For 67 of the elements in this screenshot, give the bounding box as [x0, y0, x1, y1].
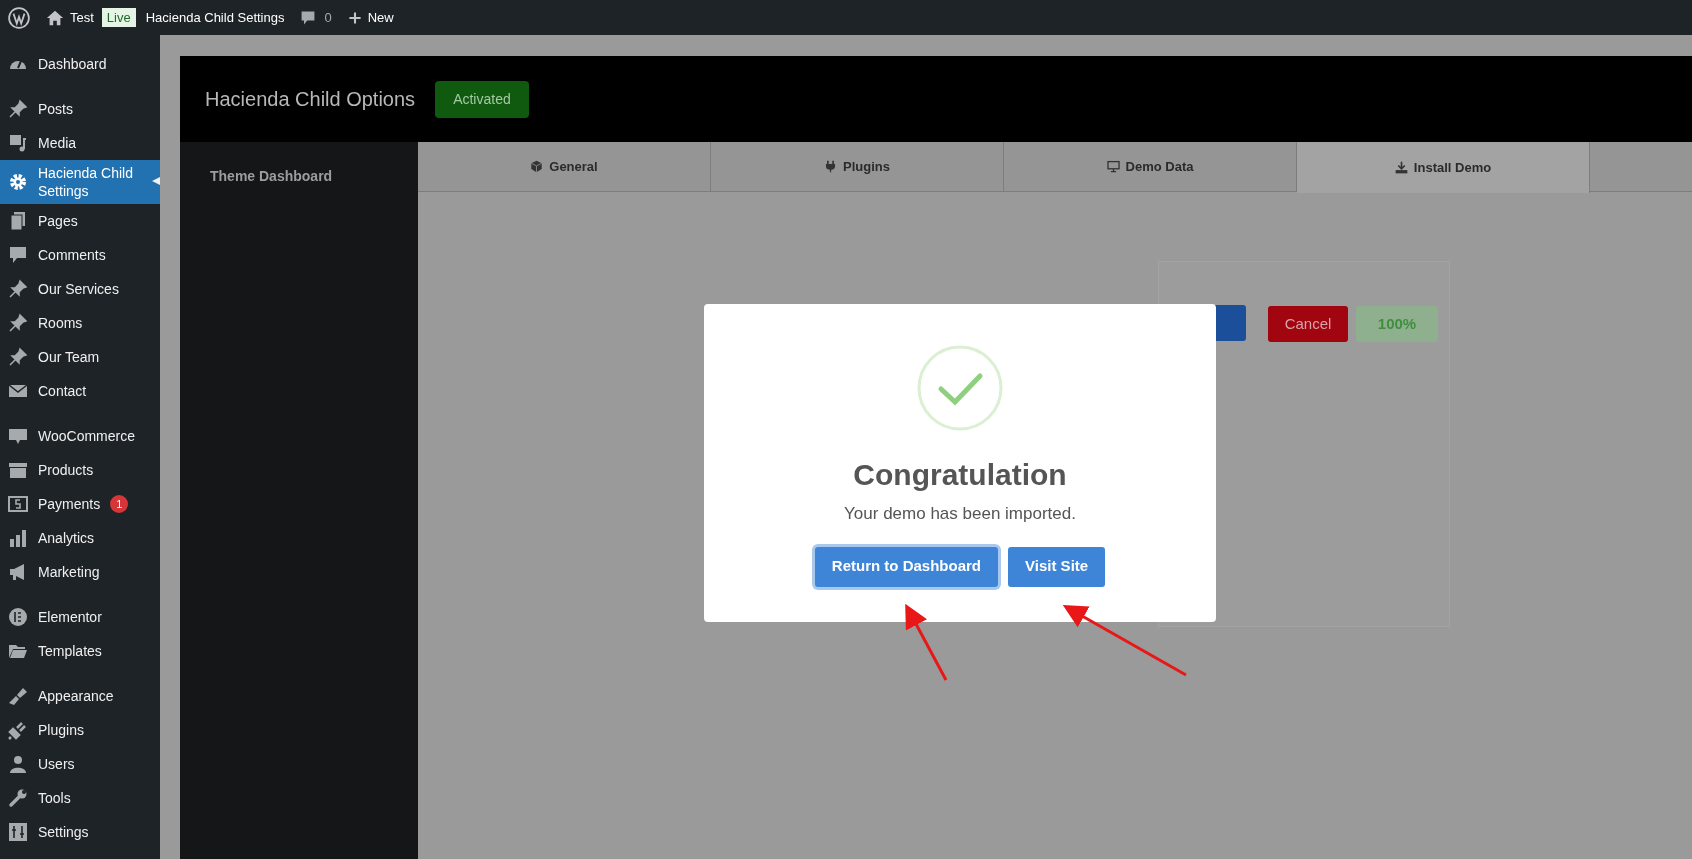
download-icon: [1394, 161, 1408, 174]
sidebar-item[interactable]: Rooms: [0, 306, 160, 340]
pages-icon: [8, 211, 28, 231]
tab[interactable]: General: [418, 142, 711, 191]
tab[interactable]: Plugins: [711, 142, 1004, 191]
sidebar-item[interactable]: Posts: [0, 92, 160, 126]
sidebar-item[interactable]: Media: [0, 126, 160, 160]
sidebar-item[interactable]: Analytics: [0, 521, 160, 555]
comment-icon: [8, 245, 28, 265]
dollar-icon: [8, 494, 28, 514]
sidebar-item[interactable]: Marketing: [0, 555, 160, 589]
media-icon: [8, 133, 28, 153]
plug-icon: [824, 160, 837, 173]
pin-icon: [8, 313, 28, 333]
sidebar-item[interactable]: Templates: [0, 634, 160, 668]
live-badge: Live: [101, 7, 136, 28]
modal-message: Your demo has been imported.: [844, 503, 1076, 525]
cancel-button[interactable]: Cancel: [1268, 306, 1348, 342]
sidebar-item[interactable]: Elementor: [0, 600, 160, 634]
monitor-icon: [1106, 160, 1120, 173]
return-dashboard-button[interactable]: Return to Dashboard: [814, 546, 999, 587]
sidebar-item[interactable]: Pages: [0, 204, 160, 238]
elementor-icon: [8, 607, 28, 627]
comments-link[interactable]: 0: [300, 7, 332, 28]
sidebar-item[interactable]: Products: [0, 453, 160, 487]
gear-icon: [8, 172, 28, 192]
success-check-icon: [916, 344, 1004, 432]
archive-icon: [8, 460, 28, 480]
user-icon: [8, 754, 28, 774]
sidebar-item[interactable]: Tools: [0, 781, 160, 815]
modal-title: Congratulation: [853, 457, 1067, 493]
sidebar-item[interactable]: Dashboard: [0, 47, 160, 81]
home-icon: [46, 8, 64, 27]
speech-bubble-icon: [8, 426, 28, 446]
plus-icon: [347, 10, 362, 25]
notification-badge: 1: [110, 495, 129, 513]
tab[interactable]: Demo Data: [1004, 142, 1297, 191]
new-link[interactable]: New: [347, 7, 394, 28]
sliders-icon: [8, 822, 28, 842]
sidebar-item[interactable]: Our Team: [0, 340, 160, 374]
bar-chart-icon: [8, 528, 28, 548]
cube-icon: [530, 160, 544, 173]
sidebar-item[interactable]: Users: [0, 747, 160, 781]
page-link[interactable]: Hacienda Child Settings: [145, 7, 285, 28]
sidebar-item[interactable]: Comments: [0, 238, 160, 272]
status-badge: Activated: [435, 80, 529, 118]
panel-title: Hacienda Child Options: [205, 87, 416, 112]
sidebar-item[interactable]: Hacienda Child Settings: [0, 160, 160, 204]
visit-site-button[interactable]: Visit Site: [1008, 546, 1106, 587]
wrench-icon: [8, 788, 28, 808]
sidebar-item[interactable]: Contact: [0, 374, 160, 408]
pin-icon: [8, 279, 28, 299]
pin-icon: [8, 99, 28, 119]
site-link[interactable]: Test: [46, 7, 94, 28]
sidebar-item[interactable]: Appearance: [0, 679, 160, 713]
comment-icon: [300, 9, 317, 26]
pin-icon: [8, 347, 28, 367]
sidebar-item[interactable]: Settings: [0, 815, 160, 849]
sidebar-item[interactable]: Plugins: [0, 713, 160, 747]
sidebar-item[interactable]: Payments 1: [0, 487, 160, 521]
tab[interactable]: Install Demo: [1297, 142, 1590, 193]
wordpress-logo-icon[interactable]: [8, 6, 30, 29]
side-menu-item[interactable]: Theme Dashboard: [210, 168, 333, 184]
brush-icon: [8, 686, 28, 706]
sidebar-item[interactable]: Our Services: [0, 272, 160, 306]
plug-icon: [8, 720, 28, 740]
sidebar-item[interactable]: WooCommerce: [0, 419, 160, 453]
